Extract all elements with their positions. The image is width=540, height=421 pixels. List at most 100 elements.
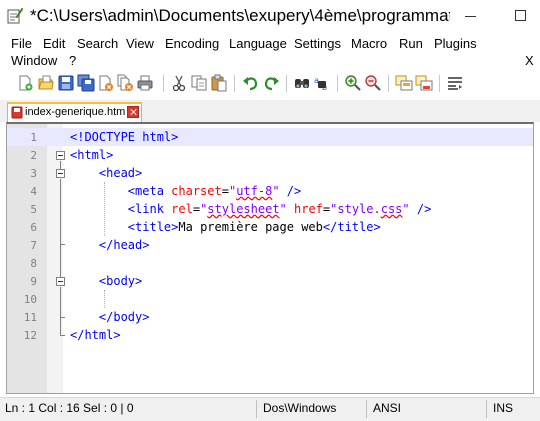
code-text: <body> [70,274,143,288]
code-line[interactable]: 12 </html> [7,326,533,344]
code-text: <!DOCTYPE html> [70,130,179,144]
modified-file-icon [11,106,23,119]
line-number: 6 [30,221,37,234]
close-all-icon[interactable] [116,74,134,92]
maximize-button[interactable] [506,6,534,26]
new-file-icon[interactable] [16,74,34,92]
code-line[interactable]: 8 [7,254,533,272]
sync-horizontal-icon[interactable] [415,74,433,92]
menu-edit[interactable]: Edit [43,36,65,51]
menu-run[interactable]: Run [399,36,423,51]
code-text: <html> [70,148,114,162]
close-icon[interactable] [97,74,115,92]
file-encoding: ANSI [373,401,402,415]
paste-icon[interactable] [210,74,228,92]
menu-window[interactable]: Window [11,53,57,68]
line-number: 1 [30,131,37,144]
code-text: </body> [70,310,150,324]
line-number: 9 [30,275,37,288]
code-line[interactable]: 2 <html> [7,146,533,164]
code-text: <link rel="stylesheet" href="style.css" … [70,202,432,216]
tab-index-generique[interactable]: index-generique.htm [7,102,142,122]
code-line[interactable]: 10 [7,290,533,308]
indent-guide [104,290,105,308]
line-number: 11 [23,311,37,324]
menu-help[interactable]: ? [69,53,76,68]
menu-view[interactable]: View [126,36,154,51]
line-number: 10 [23,293,37,306]
code-text: </head> [70,238,150,252]
status-divider [366,400,367,418]
insert-mode: INS [493,401,514,415]
copy-icon[interactable] [190,74,208,92]
cut-icon[interactable] [170,74,188,92]
indent-guide [104,182,105,236]
code-line[interactable]: 9 <body> [7,272,533,290]
word-wrap-icon[interactable] [446,74,464,92]
code-line[interactable]: 5 <link rel="stylesheet" href="style.css… [7,200,533,218]
cursor-position: Ln : 1 Col : 16 Sel : 0 | 0 [5,401,134,415]
toolbar-separator [163,75,164,92]
toolbar-separator [234,75,235,92]
tab-label: index-generique.htm [25,106,126,118]
sync-vertical-icon[interactable] [395,74,413,92]
status-bar: Ln : 1 Col : 16 Sel : 0 | 0 Dos\Windows … [0,397,540,421]
code-text: <link rel="stylesheet" href="style.css" … [127,202,432,216]
code-text: <title>Ma première page web</title> [70,220,381,234]
find-icon[interactable] [293,74,311,92]
code-text: </head> [70,238,150,252]
tab-close-icon[interactable] [127,106,139,118]
title-bar: *C:\Users\admin\Documents\exupery\4ème\p… [0,0,540,34]
code-line[interactable]: 6 <title>Ma première page web</title> [7,218,533,236]
line-number: 12 [23,329,37,342]
code-text: <!DOCTYPE html> [70,130,178,144]
code-line[interactable]: 11 </body> [7,308,533,326]
fold-line [60,287,61,317]
open-file-icon[interactable] [37,74,55,92]
menu-file[interactable]: File [11,36,32,51]
save-icon[interactable] [57,74,75,92]
menu-plugins[interactable]: Plugins [434,36,477,51]
fold-toggle-icon[interactable] [56,277,65,286]
line-number: 3 [30,167,37,180]
code-line[interactable]: 4 <meta charset="utf-8" /> [7,182,533,200]
minimize-button[interactable] [457,6,485,26]
zoom-out-icon[interactable] [364,74,382,92]
save-all-icon[interactable] [77,74,95,92]
fold-line [60,161,61,169]
menu-bar: File Edit Search View Encoding Language … [0,34,540,70]
code-line[interactable]: 1 <!DOCTYPE html> [7,128,533,146]
tab-bar: index-generique.htm [0,100,540,122]
fold-toggle-icon[interactable] [56,169,65,178]
undo-icon[interactable] [242,74,260,92]
line-number: 4 [30,185,37,198]
toolbar-separator [439,75,440,92]
close-document-button[interactable]: X [525,53,534,68]
code-text: <head> [70,166,142,180]
fold-end-marker [60,335,65,336]
redo-icon[interactable] [262,74,280,92]
code-line[interactable]: 7 </head> [7,236,533,254]
fold-toggle-icon[interactable] [56,151,65,160]
menu-encoding[interactable]: Encoding [165,36,219,51]
code-text: <head> [70,166,143,180]
toolbar-separator [388,75,389,92]
code-line[interactable]: 3 <head> [7,164,533,182]
code-editor[interactable]: 1 <!DOCTYPE html> 2 <html> 3 <head> 4 <m… [6,122,534,394]
notepad-app-icon[interactable] [6,7,24,24]
window-title: *C:\Users\admin\Documents\exupery\4ème\p… [30,6,450,25]
code-text: </html> [70,328,121,342]
fold-line [60,179,61,244]
zoom-in-icon[interactable] [344,74,362,92]
menu-search[interactable]: Search [77,36,118,51]
replace-icon[interactable]: ab [313,74,331,92]
status-divider [486,400,487,418]
print-icon[interactable] [136,74,154,92]
menu-language[interactable]: Language [229,36,287,51]
code-text: </body> [70,310,150,324]
menu-macro[interactable]: Macro [351,36,387,51]
line-number: 8 [30,257,37,270]
line-number: 5 [30,203,37,216]
menu-settings[interactable]: Settings [294,36,341,51]
code-text: </html> [70,328,121,342]
